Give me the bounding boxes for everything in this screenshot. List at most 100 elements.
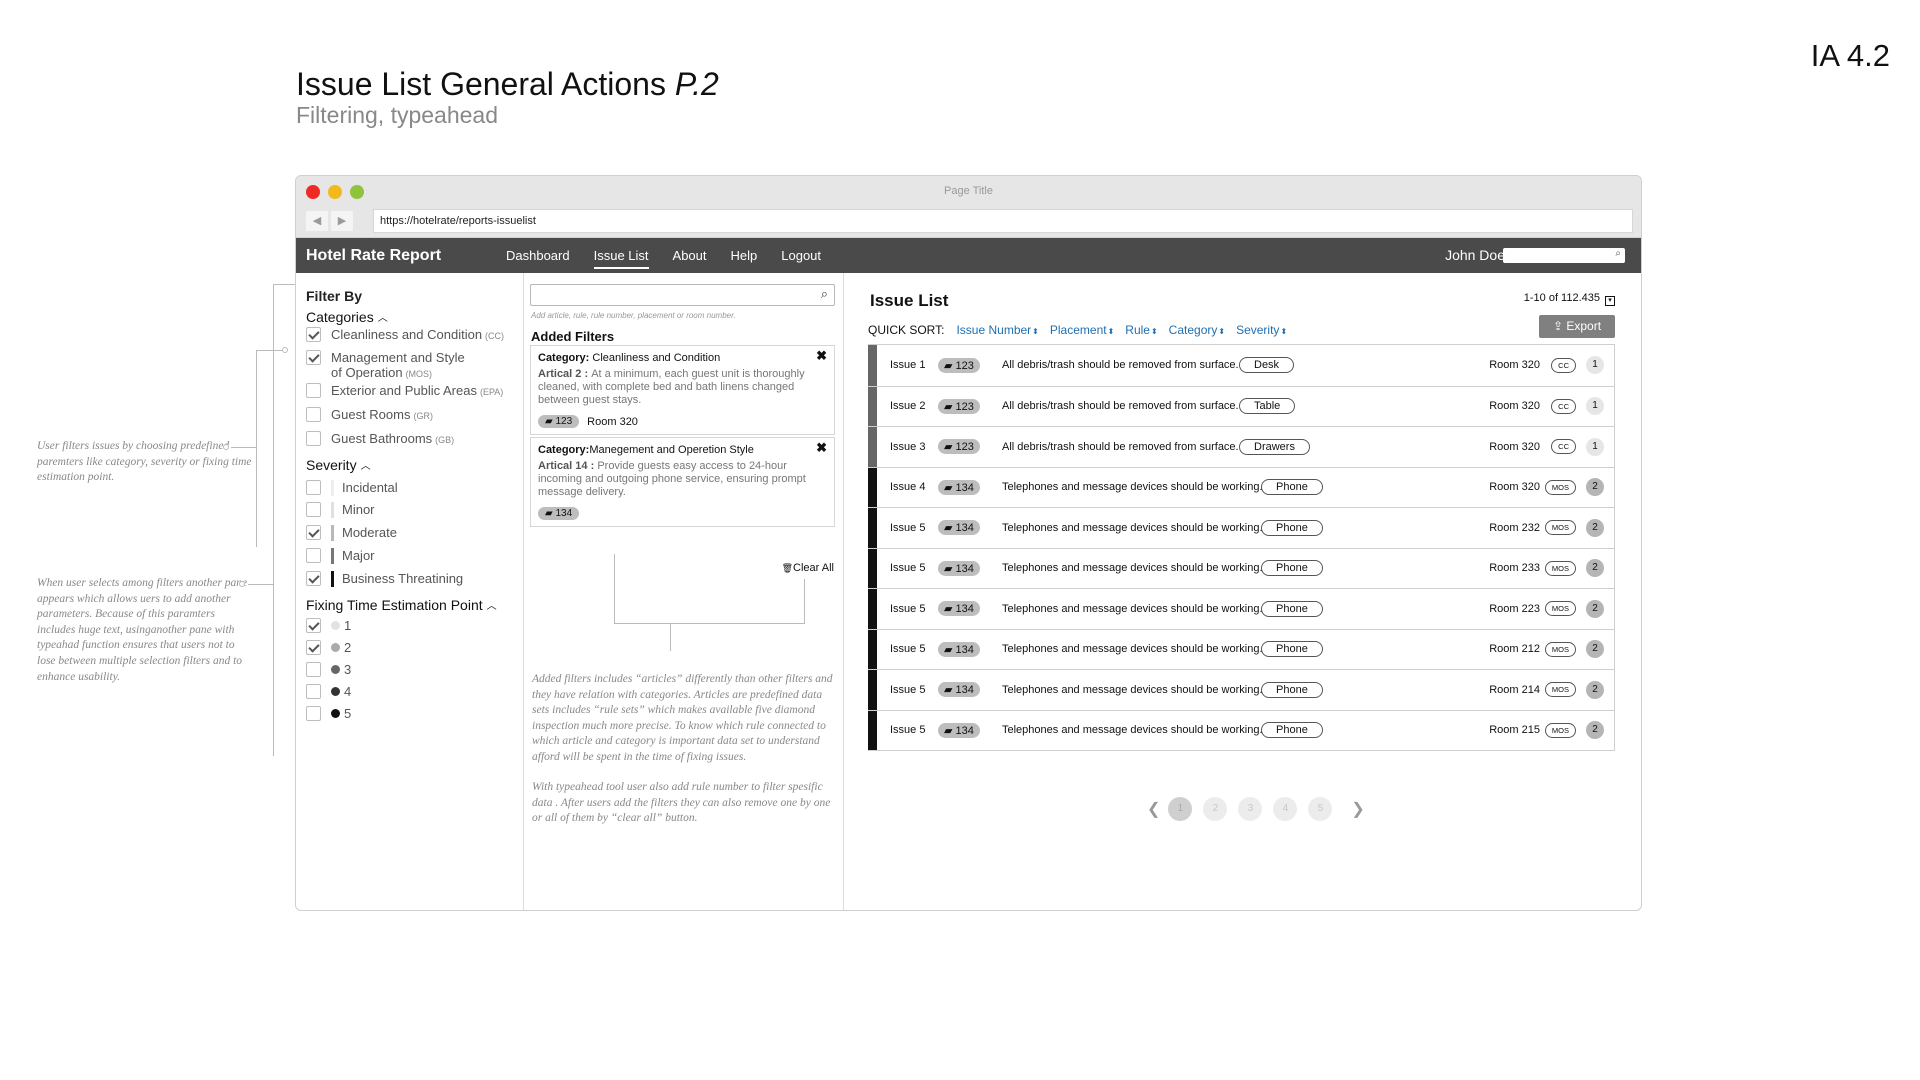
table-row[interactable]: Issue 4 ▰ 134 Telephones and message devic… [868,466,1614,507]
severity-filter-item[interactable]: Minor [306,502,375,518]
category-checkbox[interactable] [306,431,321,446]
rule-chip[interactable]: ▰ 123 [938,398,980,414]
rule-chip[interactable]: ▰ 134 [938,682,980,698]
table-row[interactable]: Issue 5 ▰ 134 Telephones and message devic… [868,588,1614,629]
address-bar[interactable]: https://hotelrate/reports-issuelist [373,209,1633,233]
user-name[interactable]: John Doe [1445,247,1505,263]
severity-checkbox[interactable] [306,502,321,517]
severity-filter-item[interactable]: Business Threatining [306,571,463,587]
severity-checkbox[interactable] [306,525,321,540]
issue-number[interactable]: Issue 5 [890,522,925,534]
table-row[interactable]: Issue 5 ▰ 134 Telephones and message devic… [868,628,1614,669]
rule-chip[interactable]: ▰ 134 [938,479,980,495]
issue-number[interactable]: Issue 3 [890,441,925,453]
category-filter-item[interactable]: Guest Rooms (GR) [306,407,433,422]
placement-pill[interactable]: Phone [1261,600,1323,617]
category-checkbox[interactable] [306,383,321,398]
nav-help[interactable]: Help [731,248,758,269]
time-checkbox[interactable] [306,684,321,699]
category-checkbox[interactable] [306,327,321,342]
time-toggle[interactable]: Fixing Time Estimation Point ︿ [306,597,497,613]
time-filter-item[interactable]: 5 [306,706,351,721]
placement-pill[interactable]: Phone [1261,681,1323,698]
nav-about[interactable]: About [673,248,707,269]
export-button[interactable]: ⇪ Export [1539,315,1615,338]
severity-checkbox[interactable] [306,480,321,495]
nav-logout[interactable]: Logout [781,248,821,269]
category-filter-item[interactable]: Cleanliness and Condition (CC) [306,327,504,342]
rule-chip[interactable]: ▰ 134 [938,560,980,576]
table-row[interactable]: Issue 3 ▰ 123 All debris/trash should be r… [868,426,1614,467]
clear-all-button[interactable]: 🗑Clear All [782,562,834,574]
rule-chip[interactable]: ▰ 134 [938,601,980,617]
table-row[interactable]: Issue 5 ▰ 134 Telephones and message devic… [868,669,1614,710]
placement-pill[interactable]: Phone [1261,519,1323,536]
sort-category[interactable]: Category⬍ [1169,323,1225,337]
severity-filter-item[interactable]: Moderate [306,525,397,541]
categories-toggle[interactable]: Categories ︿ [306,309,388,325]
typeahead-input[interactable]: ⌕ [530,284,835,306]
table-row[interactable]: Issue 5 ▰ 134 Telephones and message devic… [868,507,1614,548]
page-size-dropdown-icon[interactable]: ▾ [1605,296,1615,306]
forward-arrow-icon[interactable]: ▶ [331,211,353,231]
time-checkbox[interactable] [306,640,321,655]
category-filter-item[interactable]: Exterior and Public Areas (EPA) [306,383,503,398]
rule-chip[interactable]: ▰ 134 [538,507,580,520]
rule-chip[interactable]: ▰ 123 [938,439,980,455]
time-filter-item[interactable]: 3 [306,662,351,677]
severity-toggle[interactable]: Severity ︿ [306,457,371,473]
issue-number[interactable]: Issue 5 [890,562,925,574]
severity-checkbox[interactable] [306,571,321,586]
sort-severity[interactable]: Severity⬍ [1236,323,1287,337]
time-checkbox[interactable] [306,662,321,677]
header-search-input[interactable]: ⌕ [1503,248,1625,263]
nav-issue-list[interactable]: Issue List [593,248,649,269]
sort-placement[interactable]: Placement⬍ [1050,323,1114,337]
category-filter-item[interactable]: Management and Style of Operation (MOS) [306,350,465,380]
time-filter-item[interactable]: 1 [306,618,351,633]
page-button[interactable]: 4 [1273,797,1298,821]
page-button[interactable]: 3 [1238,797,1263,821]
sort-rule[interactable]: Rule⬍ [1125,323,1157,337]
page-button[interactable]: 1 [1168,797,1193,821]
issue-number[interactable]: Issue 4 [890,481,925,493]
issue-number[interactable]: Issue 5 [890,724,925,736]
category-checkbox[interactable] [306,407,321,422]
rule-chip[interactable]: ▰ 134 [938,520,980,536]
chevron-right-icon[interactable]: ❯ [1351,799,1364,819]
nav-dashboard[interactable]: Dashboard [506,248,570,269]
search-icon[interactable]: ⌕ [1615,248,1621,259]
close-icon[interactable]: ✖ [816,348,827,364]
placement-pill[interactable]: Phone [1261,479,1323,496]
close-icon[interactable]: ✖ [816,440,827,456]
table-row[interactable]: Issue 5 ▰ 134 Telephones and message devic… [868,709,1614,750]
issue-number[interactable]: Issue 1 [890,359,925,371]
chevron-left-icon[interactable]: ❮ [1147,799,1160,819]
time-checkbox[interactable] [306,706,321,721]
placement-pill[interactable]: Phone [1261,722,1323,739]
app-brand[interactable]: Hotel Rate Report [306,247,441,265]
table-row[interactable]: Issue 1 ▰ 123 All debris/trash should be r… [868,345,1614,386]
table-row[interactable]: Issue 2 ▰ 123 All debris/trash should be r… [868,385,1614,426]
issue-number[interactable]: Issue 5 [890,684,925,696]
issue-number[interactable]: Issue 2 [890,400,925,412]
issue-number[interactable]: Issue 5 [890,643,925,655]
sort-issue-number[interactable]: Issue Number⬍ [956,323,1038,337]
placement-pill[interactable]: Table [1239,398,1296,415]
time-checkbox[interactable] [306,618,321,633]
category-filter-item[interactable]: Guest Bathrooms (GB) [306,431,454,446]
time-filter-item[interactable]: 4 [306,684,351,699]
back-arrow-icon[interactable]: ◀ [306,211,328,231]
table-row[interactable]: Issue 5 ▰ 134 Telephones and message devic… [868,547,1614,588]
rule-chip[interactable]: ▰ 123 [538,415,580,428]
severity-filter-item[interactable]: Major [306,548,375,564]
page-button[interactable]: 2 [1203,797,1228,821]
page-button[interactable]: 5 [1308,797,1333,821]
placement-pill[interactable]: Phone [1261,641,1323,658]
rule-chip[interactable]: ▰ 134 [938,722,980,738]
rule-chip[interactable]: ▰ 134 [938,641,980,657]
issue-number[interactable]: Issue 5 [890,603,925,615]
rule-chip[interactable]: ▰ 123 [938,357,980,373]
placement-pill[interactable]: Desk [1239,357,1295,374]
severity-checkbox[interactable] [306,548,321,563]
